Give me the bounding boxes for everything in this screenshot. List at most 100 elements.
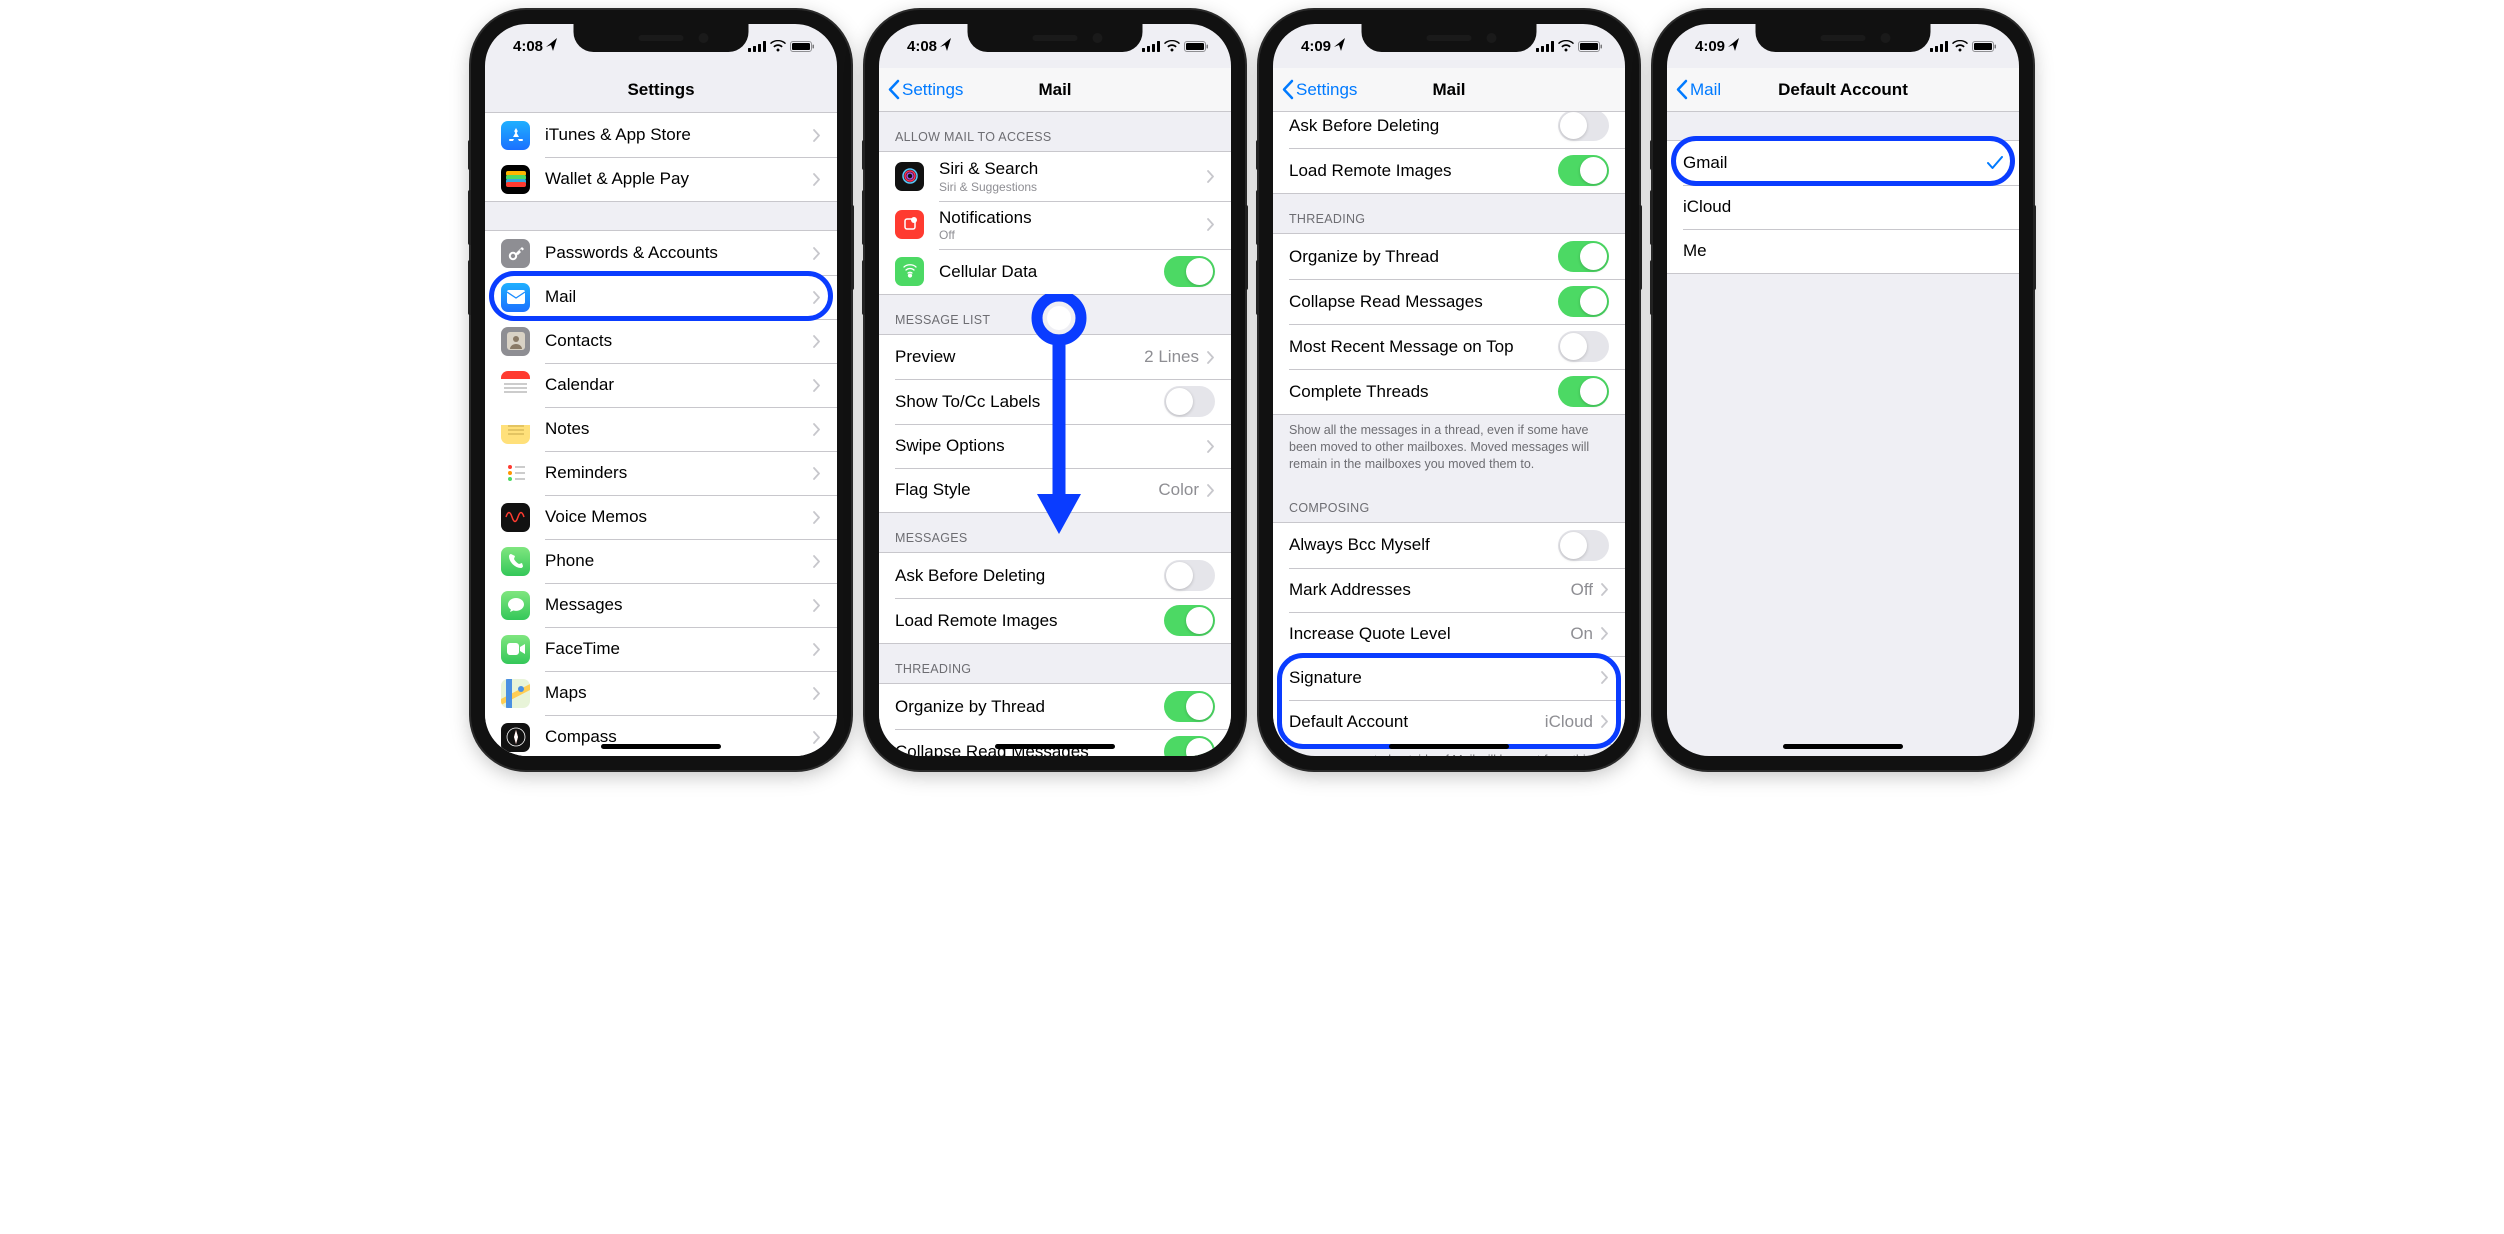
section-threading: THREADING (879, 644, 1231, 683)
row-signature[interactable]: Signature (1273, 656, 1625, 700)
row-reminders[interactable]: Reminders (485, 451, 837, 495)
row-cellular[interactable]: Cellular Data (879, 249, 1231, 294)
check-icon (1987, 156, 2003, 170)
collapse-toggle[interactable] (1164, 736, 1215, 756)
row-notifications[interactable]: NotificationsOff (879, 201, 1231, 250)
row-quote[interactable]: Increase Quote LevelOn (1273, 612, 1625, 656)
bcc-toggle[interactable] (1558, 530, 1609, 561)
row-phone[interactable]: Phone (485, 539, 837, 583)
askdel-toggle[interactable] (1558, 112, 1609, 141)
row-flag[interactable]: Flag StyleColor (879, 468, 1231, 512)
notif-icon (895, 210, 924, 239)
wifi-icon (770, 40, 786, 52)
row-collapse[interactable]: Collapse Read Messages (879, 729, 1231, 756)
home-indicator[interactable] (1783, 744, 1903, 749)
calendar-icon (501, 371, 530, 400)
row-default[interactable]: Default AccountiCloud (1273, 700, 1625, 744)
cellular-toggle[interactable] (1164, 256, 1215, 287)
recent-toggle[interactable] (1558, 331, 1609, 362)
navbar: Settings Mail (1273, 68, 1625, 112)
row-label: Organize by Thread (895, 697, 1164, 717)
row-account-icloud[interactable]: iCloud (1667, 185, 2019, 229)
row-notes[interactable]: Notes (485, 407, 837, 451)
row-label: Show To/Cc Labels (895, 392, 1164, 412)
row-label: Always Bcc Myself (1289, 535, 1558, 555)
organize-toggle[interactable] (1164, 691, 1215, 722)
row-maps[interactable]: Maps (485, 671, 837, 715)
row-account-gmail[interactable]: Gmail (1667, 141, 2019, 185)
row-facetime[interactable]: FaceTime (485, 627, 837, 671)
home-indicator[interactable] (601, 744, 721, 749)
row-label: Load Remote Images (895, 611, 1164, 631)
phone-icon (501, 547, 530, 576)
row-recent[interactable]: Most Recent Message on Top (1273, 324, 1625, 369)
tocc-toggle[interactable] (1164, 386, 1215, 417)
siri-icon (895, 162, 924, 191)
chevron-right-icon (813, 173, 821, 186)
row-label: Cellular Data (939, 262, 1164, 282)
complete-toggle[interactable] (1558, 376, 1609, 407)
wifi-icon (1558, 40, 1574, 52)
row-preview[interactable]: Preview2 Lines (879, 335, 1231, 379)
row-label: Reminders (545, 463, 813, 483)
row-label: Maps (545, 683, 813, 703)
remote-toggle[interactable] (1558, 155, 1609, 186)
row-messages[interactable]: Messages (485, 583, 837, 627)
row-voicememos[interactable]: Voice Memos (485, 495, 837, 539)
row-mail[interactable]: Mail (485, 275, 837, 319)
row-askdel[interactable]: Ask Before Deleting (1273, 112, 1625, 148)
row-organize[interactable]: Organize by Thread (1273, 234, 1625, 279)
row-detail: 2 Lines (1144, 347, 1199, 367)
row-label: Complete Threads (1289, 382, 1558, 402)
chevron-right-icon (813, 129, 821, 142)
row-remote[interactable]: Load Remote Images (879, 598, 1231, 643)
collapse-toggle[interactable] (1558, 286, 1609, 317)
row-contacts[interactable]: Contacts (485, 319, 837, 363)
row-label: Mark Addresses (1289, 580, 1571, 600)
row-label: Increase Quote Level (1289, 624, 1570, 644)
row-siri[interactable]: Siri & SearchSiri & Suggestions (879, 152, 1231, 201)
row-label: Signature (1289, 668, 1601, 688)
row-swipe[interactable]: Swipe Options (879, 424, 1231, 468)
location-icon (940, 38, 951, 55)
home-indicator[interactable] (1389, 744, 1509, 749)
row-wallet[interactable]: Wallet & Apple Pay (485, 157, 837, 201)
remote-toggle[interactable] (1164, 605, 1215, 636)
back-button[interactable]: Mail (1675, 79, 1721, 100)
chevron-right-icon (813, 643, 821, 656)
contacts-icon (501, 327, 530, 356)
chevron-right-icon (1601, 583, 1609, 596)
row-compass[interactable]: Compass (485, 715, 837, 756)
row-detail: On (1570, 624, 1593, 644)
signal-icon (1536, 41, 1554, 52)
organize-toggle[interactable] (1558, 241, 1609, 272)
chevron-right-icon (1207, 351, 1215, 364)
row-label: iTunes & App Store (545, 125, 813, 145)
row-markaddr[interactable]: Mark AddressesOff (1273, 568, 1625, 612)
back-button[interactable]: Settings (887, 79, 963, 100)
row-complete[interactable]: Complete Threads (1273, 369, 1625, 414)
row-calendar[interactable]: Calendar (485, 363, 837, 407)
row-passwords[interactable]: Passwords & Accounts (485, 231, 837, 275)
row-organize[interactable]: Organize by Thread (879, 684, 1231, 729)
row-bcc[interactable]: Always Bcc Myself (1273, 523, 1625, 568)
chevron-right-icon (813, 555, 821, 568)
row-tocc[interactable]: Show To/Cc Labels (879, 379, 1231, 424)
chevron-right-icon (813, 599, 821, 612)
row-collapse[interactable]: Collapse Read Messages (1273, 279, 1625, 324)
battery-icon (1184, 41, 1209, 52)
back-button[interactable]: Settings (1281, 79, 1357, 100)
askdel-toggle[interactable] (1164, 560, 1215, 591)
row-itunes[interactable]: iTunes & App Store (485, 113, 837, 157)
row-account-me[interactable]: Me (1667, 229, 2019, 273)
row-askdel[interactable]: Ask Before Deleting (879, 553, 1231, 598)
chevron-right-icon (813, 291, 821, 304)
home-indicator[interactable] (995, 744, 1115, 749)
footer-threading: Show all the messages in a thread, even … (1273, 415, 1625, 483)
cell-icon (895, 257, 924, 286)
row-label: Phone (545, 551, 813, 571)
row-remote[interactable]: Load Remote Images (1273, 148, 1625, 193)
navbar: Settings (485, 68, 837, 112)
row-label: Contacts (545, 331, 813, 351)
row-label: Messages (545, 595, 813, 615)
